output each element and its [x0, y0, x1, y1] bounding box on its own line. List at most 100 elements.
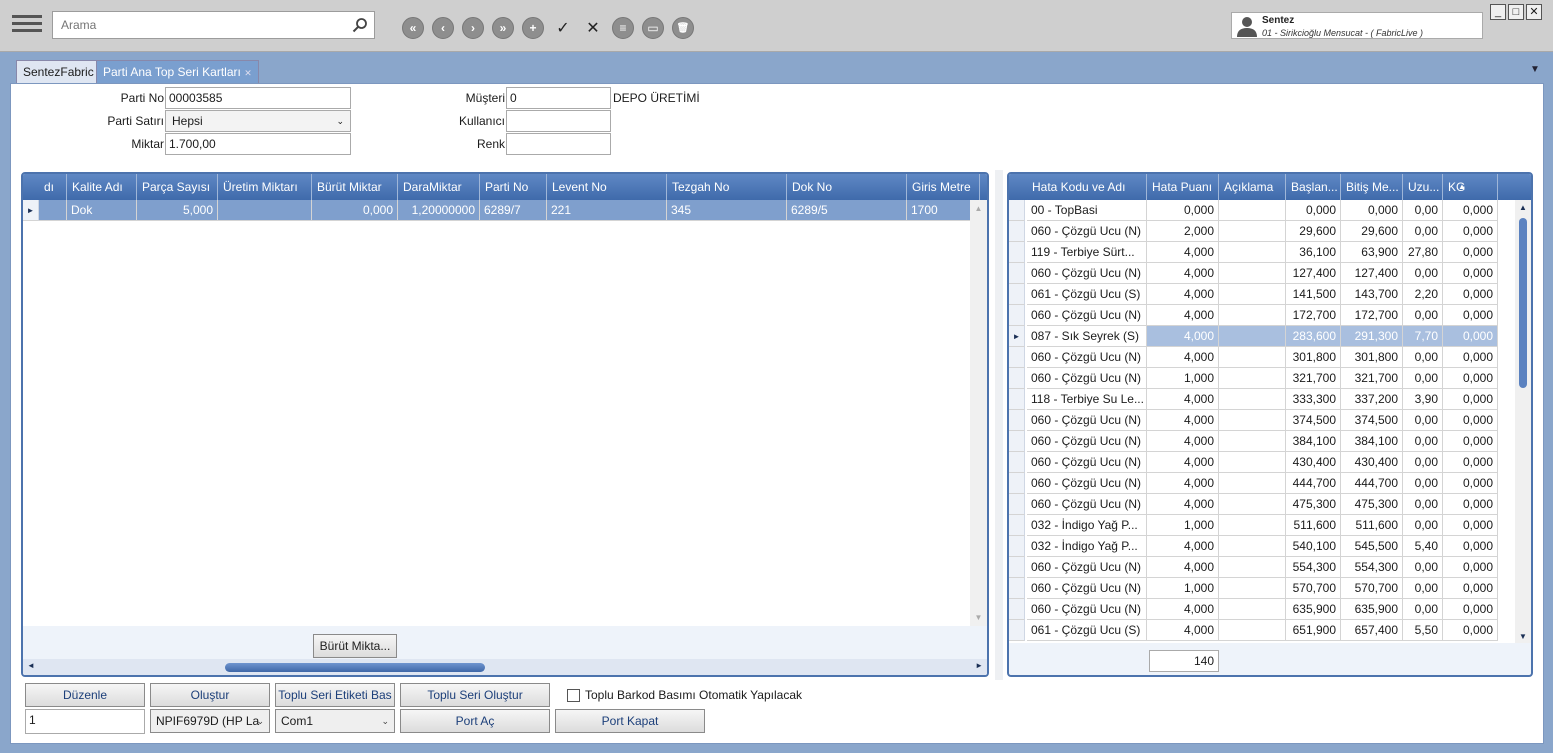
- scroll-thumb[interactable]: [1519, 218, 1527, 388]
- table-cell[interactable]: 374,500: [1286, 410, 1341, 431]
- table-row[interactable]: 060 - Çözgü Ucu (N) 1,000 570,700 570,700 0,…: [1009, 578, 1498, 599]
- sort-asc-icon[interactable]: ▲: [1458, 174, 1466, 200]
- table-cell[interactable]: 0,00: [1403, 200, 1443, 221]
- table-cell[interactable]: 1,000: [1147, 368, 1219, 389]
- column-header[interactable]: Levent No: [547, 174, 667, 200]
- table-cell[interactable]: 511,600: [1341, 515, 1403, 536]
- table-cell[interactable]: 4,000: [1147, 263, 1219, 284]
- table-cell[interactable]: 0,00: [1403, 347, 1443, 368]
- table-cell[interactable]: 511,600: [1286, 515, 1341, 536]
- table-cell[interactable]: 0,00: [1403, 431, 1443, 452]
- table-row[interactable]: 061 - Çözgü Ucu (S) 4,000 651,900 657,400 5,…: [1009, 620, 1498, 641]
- table-cell[interactable]: 127,400: [1286, 263, 1341, 284]
- table-cell[interactable]: 4,000: [1147, 536, 1219, 557]
- table-row[interactable]: 060 - Çözgü Ucu (N) 4,000 301,800 301,800 0,…: [1009, 347, 1498, 368]
- table-cell[interactable]: 060 - Çözgü Ucu (N): [1027, 305, 1147, 326]
- table-cell[interactable]: 6289/5: [787, 200, 907, 221]
- table-row[interactable]: 060 - Çözgü Ucu (N) 4,000 172,700 172,700 0,…: [1009, 305, 1498, 326]
- table-row[interactable]: 032 - İndigo Yağ P... 1,000 511,600 511,600…: [1009, 515, 1498, 536]
- table-cell[interactable]: 060 - Çözgü Ucu (N): [1027, 263, 1147, 284]
- table-cell[interactable]: 4,000: [1147, 305, 1219, 326]
- table-cell[interactable]: 4,000: [1147, 557, 1219, 578]
- table-cell[interactable]: 5,000: [137, 200, 218, 221]
- table-cell[interactable]: 00 - TopBasi: [1027, 200, 1147, 221]
- table-cell[interactable]: 384,100: [1286, 431, 1341, 452]
- card-view-button[interactable]: ▭: [642, 17, 664, 39]
- table-cell[interactable]: 63,900: [1341, 242, 1403, 263]
- table-cell[interactable]: 1,000: [1147, 515, 1219, 536]
- table-cell[interactable]: 4,000: [1147, 620, 1219, 641]
- burut-miktar-button[interactable]: Bürüt Mikta...: [313, 634, 397, 658]
- table-cell[interactable]: [1219, 536, 1286, 557]
- table-cell[interactable]: 554,300: [1286, 557, 1341, 578]
- table-cell[interactable]: 4,000: [1147, 389, 1219, 410]
- column-header[interactable]: Hata Puanı: [1147, 174, 1219, 200]
- left-vertical-scrollbar[interactable]: ▲ ▼: [970, 200, 987, 626]
- table-cell[interactable]: 0,00: [1403, 599, 1443, 620]
- column-header[interactable]: dı: [39, 174, 67, 200]
- search-icon[interactable]: [352, 17, 368, 33]
- table-cell[interactable]: 172,700: [1341, 305, 1403, 326]
- table-cell[interactable]: 060 - Çözgü Ucu (N): [1027, 473, 1147, 494]
- maximize-button[interactable]: □: [1508, 4, 1524, 20]
- table-cell[interactable]: 7,70: [1403, 326, 1443, 347]
- table-cell[interactable]: 060 - Çözgü Ucu (N): [1027, 557, 1147, 578]
- table-cell[interactable]: 3,90: [1403, 389, 1443, 410]
- table-cell[interactable]: 0,00: [1403, 221, 1443, 242]
- table-cell[interactable]: 143,700: [1341, 284, 1403, 305]
- table-cell[interactable]: 061 - Çözgü Ucu (S): [1027, 284, 1147, 305]
- table-row[interactable]: 00 - TopBasi 0,000 0,000 0,000 0,00 0,000: [1009, 200, 1498, 221]
- table-cell[interactable]: [1219, 368, 1286, 389]
- table-row[interactable]: 060 - Çözgü Ucu (N) 4,000 127,400 127,400 0,…: [1009, 263, 1498, 284]
- last-record-button[interactable]: »: [492, 17, 514, 39]
- table-cell[interactable]: 635,900: [1341, 599, 1403, 620]
- table-cell[interactable]: 0,000: [1443, 431, 1498, 452]
- table-cell[interactable]: 0,000: [1286, 200, 1341, 221]
- table-cell[interactable]: 0,000: [1443, 578, 1498, 599]
- table-cell[interactable]: [1219, 620, 1286, 641]
- column-header[interactable]: Kalite Adı: [67, 174, 137, 200]
- table-cell[interactable]: 0,000: [1443, 263, 1498, 284]
- column-header[interactable]: Uzu...: [1403, 174, 1443, 200]
- table-cell[interactable]: [1219, 494, 1286, 515]
- close-tab-icon[interactable]: ✕: [244, 68, 252, 78]
- table-cell[interactable]: [1219, 200, 1286, 221]
- table-cell[interactable]: 0,000: [1443, 515, 1498, 536]
- toplu-seri-etiketi-bas-button[interactable]: Toplu Seri Etiketi Bas: [275, 683, 395, 707]
- table-row[interactable]: 060 - Çözgü Ucu (N) 4,000 430,400 430,400 0,…: [1009, 452, 1498, 473]
- menu-icon[interactable]: [12, 12, 42, 38]
- toplu-seri-olustur-button[interactable]: Toplu Seri Oluştur: [400, 683, 550, 707]
- table-cell[interactable]: 301,800: [1341, 347, 1403, 368]
- table-cell[interactable]: 5,50: [1403, 620, 1443, 641]
- table-row[interactable]: 060 - Çözgü Ucu (N) 1,000 321,700 321,700 0,…: [1009, 368, 1498, 389]
- scroll-up-icon[interactable]: ▲: [1515, 203, 1531, 212]
- table-cell[interactable]: [1219, 326, 1286, 347]
- column-header[interactable]: Hata Kodu ve Adı: [1027, 174, 1147, 200]
- table-cell[interactable]: 291,300: [1341, 326, 1403, 347]
- table-cell[interactable]: 4,000: [1147, 473, 1219, 494]
- table-cell[interactable]: [1219, 221, 1286, 242]
- table-cell[interactable]: 337,200: [1341, 389, 1403, 410]
- table-cell[interactable]: 0,00: [1403, 557, 1443, 578]
- table-cell[interactable]: 5,40: [1403, 536, 1443, 557]
- minimize-button[interactable]: _: [1490, 4, 1506, 20]
- table-cell[interactable]: 0,000: [1443, 326, 1498, 347]
- tab-dropdown-icon[interactable]: ▼: [1530, 64, 1540, 75]
- column-header[interactable]: Dok No: [787, 174, 907, 200]
- table-cell[interactable]: 0,00: [1403, 578, 1443, 599]
- table-cell[interactable]: 0,000: [1147, 200, 1219, 221]
- table-cell[interactable]: 0,000: [1443, 599, 1498, 620]
- table-cell[interactable]: 384,100: [1341, 431, 1403, 452]
- table-row[interactable]: 119 - Terbiye Sürt... 4,000 36,100 63,900 27…: [1009, 242, 1498, 263]
- table-cell[interactable]: [218, 200, 312, 221]
- scroll-right-icon[interactable]: ►: [975, 661, 983, 670]
- table-cell[interactable]: [1219, 410, 1286, 431]
- column-header[interactable]: Başlan...: [1286, 174, 1341, 200]
- table-cell[interactable]: Dok: [67, 200, 137, 221]
- table-cell[interactable]: [1219, 557, 1286, 578]
- table-cell[interactable]: 29,600: [1341, 221, 1403, 242]
- tab-sentezfabric[interactable]: SentezFabric: [16, 60, 101, 83]
- table-cell[interactable]: 4,000: [1147, 452, 1219, 473]
- table-cell[interactable]: 0,000: [1443, 200, 1498, 221]
- column-header[interactable]: DaraMiktar: [398, 174, 480, 200]
